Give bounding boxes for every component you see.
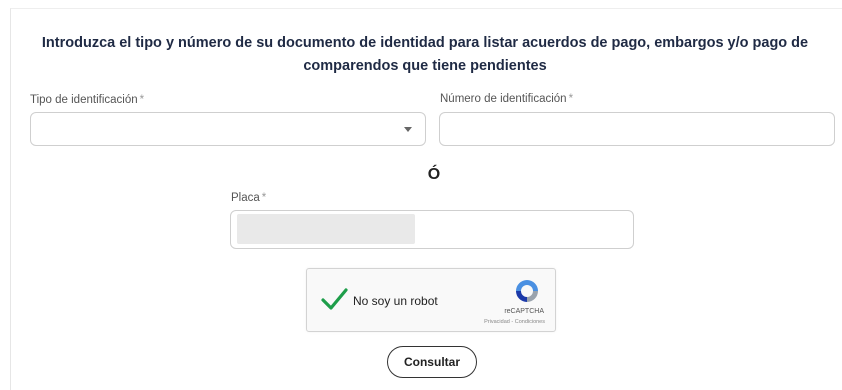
required-mark: * — [568, 93, 574, 105]
plate-label: Placa * — [231, 192, 266, 204]
chevron-down-icon — [404, 127, 412, 132]
id-number-label-text: Número de identificación — [440, 93, 567, 105]
or-separator: Ó — [427, 166, 441, 183]
redacted-plate-value — [237, 214, 415, 244]
required-mark: * — [261, 192, 267, 204]
id-number-label: Número de identificación * — [440, 93, 573, 105]
id-type-select[interactable] — [30, 112, 426, 146]
recaptcha-brand: reCAPTCHA — [504, 308, 544, 315]
recaptcha-widget[interactable]: No soy un robot reCAPTCHA Privacidad - C… — [306, 268, 556, 332]
id-type-label: Tipo de identificación * — [30, 94, 144, 106]
recaptcha-label: No soy un robot — [353, 294, 438, 308]
form-heading: Introduzca el tipo y número de su docume… — [41, 35, 809, 74]
checkmark-icon[interactable] — [319, 284, 349, 314]
consultar-button[interactable]: Consultar — [387, 346, 477, 378]
recaptcha-logo-icon — [516, 280, 538, 302]
plate-input[interactable] — [230, 210, 634, 249]
plate-label-text: Placa — [231, 192, 260, 204]
required-mark: * — [139, 94, 145, 106]
id-type-label-text: Tipo de identificación — [30, 94, 138, 106]
id-number-input[interactable] — [439, 112, 835, 146]
recaptcha-terms-link[interactable]: Privacidad - Condiciones — [484, 319, 545, 325]
